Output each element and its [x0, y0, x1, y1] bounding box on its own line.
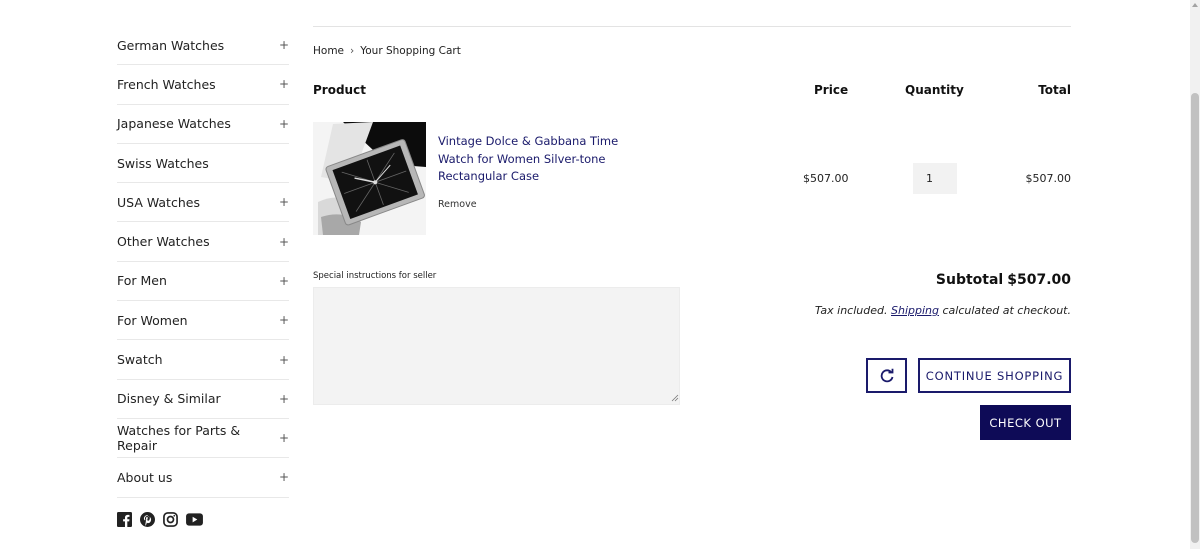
- item-price: $507.00: [803, 172, 849, 185]
- header-total: Total: [1038, 83, 1071, 97]
- shipping-link[interactable]: Shipping: [891, 304, 939, 317]
- breadcrumb-current: Your Shopping Cart: [360, 45, 461, 57]
- scroll-up-icon[interactable]: [1192, 3, 1198, 7]
- quantity-input[interactable]: [913, 163, 957, 194]
- scrollbar-thumb[interactable]: [1191, 93, 1199, 543]
- tax-prefix: Tax included.: [814, 304, 888, 317]
- top-divider: [313, 26, 1071, 27]
- header-quantity: Quantity: [905, 83, 964, 97]
- item-total: $507.00: [1025, 172, 1072, 185]
- update-cart-button[interactable]: [866, 358, 907, 393]
- breadcrumb-home-link[interactable]: Home: [313, 45, 344, 57]
- refresh-icon: [880, 368, 893, 382]
- instructions-label: Special instructions for seller: [313, 271, 437, 281]
- plus-icon[interactable]: +: [279, 235, 289, 249]
- sidebar-item-label: Swatch: [117, 352, 163, 368]
- sidebar-item-for-men[interactable]: For Men +: [117, 262, 289, 302]
- plus-icon[interactable]: +: [279, 117, 289, 131]
- subtotal-value: $507.00: [1007, 272, 1071, 288]
- sidebar-item-label: Other Watches: [117, 234, 210, 250]
- plus-icon[interactable]: +: [279, 313, 289, 327]
- breadcrumb-separator: ›: [350, 45, 355, 57]
- sidebar-item-label: For Men: [117, 273, 167, 289]
- sidebar-item-for-women[interactable]: For Women +: [117, 301, 289, 341]
- sidebar-item-disney-similar[interactable]: Disney & Similar +: [117, 380, 289, 419]
- sidebar-item-label: French Watches: [117, 76, 216, 92]
- sidebar-item-label: Swiss Watches: [117, 155, 209, 171]
- header-product: Product: [313, 83, 366, 97]
- plus-icon[interactable]: +: [279, 392, 289, 406]
- plus-icon[interactable]: +: [279, 77, 289, 91]
- check-out-button[interactable]: CHECK OUT: [980, 405, 1071, 440]
- sidebar-item-label: For Women: [117, 312, 188, 328]
- sidebar-item-label: German Watches: [117, 37, 225, 53]
- remove-item-link[interactable]: Remove: [438, 199, 477, 210]
- facebook-icon[interactable]: [117, 511, 132, 527]
- instagram-icon[interactable]: [163, 511, 178, 527]
- sidebar-item-swiss-watches[interactable]: Swiss Watches: [117, 144, 289, 184]
- subtotal: Subtotal $507.00: [936, 272, 1071, 288]
- sidebar-item-label: Japanese Watches: [117, 116, 231, 132]
- youtube-icon[interactable]: [186, 512, 203, 527]
- plus-icon[interactable]: +: [279, 353, 289, 367]
- instructions-textarea[interactable]: [313, 287, 680, 405]
- plus-icon[interactable]: +: [279, 431, 289, 445]
- subtotal-label: Subtotal: [935, 272, 1004, 288]
- sidebar-item-parts-repair[interactable]: Watches for Parts & Repair +: [117, 419, 289, 459]
- social-links: [117, 511, 289, 527]
- product-title-link[interactable]: Vintage Dolce & Gabbana Time Watch for W…: [438, 133, 643, 186]
- sidebar-item-label: About us: [117, 469, 173, 485]
- sidebar-nav: German Watches + French Watches + Japane…: [117, 26, 289, 527]
- tax-note: Tax included. Shipping calculated at che…: [815, 304, 1071, 317]
- sidebar-item-label: Watches for Parts & Repair: [117, 423, 241, 454]
- plus-icon[interactable]: +: [279, 274, 289, 288]
- plus-icon[interactable]: +: [279, 195, 289, 209]
- continue-shopping-button[interactable]: CONTINUE SHOPPING: [918, 358, 1071, 393]
- sidebar-item-label: Disney & Similar: [117, 391, 221, 407]
- product-image[interactable]: [313, 122, 426, 235]
- pinterest-icon[interactable]: [140, 511, 155, 527]
- sidebar-item-swatch[interactable]: Swatch +: [117, 340, 289, 380]
- page-scrollbar[interactable]: [1190, 0, 1200, 549]
- sidebar-item-french-watches[interactable]: French Watches +: [117, 65, 289, 105]
- breadcrumb: Home › Your Shopping Cart: [313, 45, 461, 57]
- resize-grip-icon[interactable]: [671, 394, 679, 402]
- sidebar-item-other-watches[interactable]: Other Watches +: [117, 222, 289, 262]
- sidebar-item-label: USA Watches: [117, 194, 200, 210]
- tax-suffix: calculated at checkout.: [942, 304, 1072, 317]
- plus-icon[interactable]: +: [279, 470, 289, 484]
- sidebar-item-german-watches[interactable]: German Watches +: [117, 26, 289, 66]
- sidebar-item-about-us[interactable]: About us +: [117, 458, 289, 498]
- plus-icon[interactable]: +: [279, 38, 289, 52]
- sidebar-item-usa-watches[interactable]: USA Watches +: [117, 183, 289, 223]
- cart-main: Home › Your Shopping Cart Product Price …: [313, 26, 1071, 440]
- sidebar-item-japanese-watches[interactable]: Japanese Watches +: [117, 105, 289, 144]
- header-price: Price: [814, 83, 849, 97]
